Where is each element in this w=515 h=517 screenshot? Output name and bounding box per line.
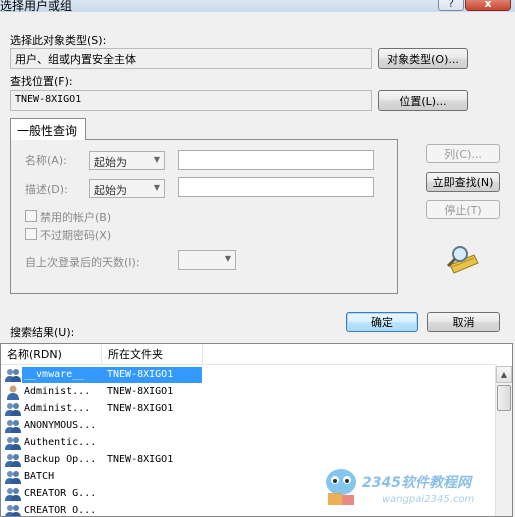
row-name: CREATOR O...	[24, 505, 97, 516]
column-header-folder[interactable]: 所在文件夹	[102, 344, 203, 365]
days-since-logon-select[interactable]: ▼	[178, 250, 236, 270]
chevron-down-icon: ▼	[153, 155, 160, 164]
location-field: TNEW-8XIGO1	[10, 90, 372, 111]
disabled-accounts-label: 禁用的帐户(B)	[40, 211, 112, 224]
name-mode-select[interactable]: 起始为 ▼	[89, 151, 165, 170]
description-mode-value: 起始为	[94, 184, 127, 197]
non-expiring-password-checkbox[interactable]	[25, 228, 37, 240]
watermark-text: 2345软件教程网	[362, 475, 471, 491]
results-header: 名称(RDN) 所在文件夹	[1, 344, 497, 365]
row-name: ANONYMOUS...	[24, 420, 97, 431]
window-title: 选择用户或组	[0, 0, 73, 12]
row-folder: TNEW-8XIGO1	[107, 403, 174, 414]
description-input[interactable]	[178, 177, 374, 197]
group-icon	[5, 503, 21, 516]
watermark: 2345软件教程网 wangpai2345.com	[322, 464, 512, 514]
row-name: Administ...	[24, 403, 91, 414]
stop-button[interactable]: 停止(T)	[426, 200, 500, 219]
object-types-button[interactable]: 对象类型(O)...	[378, 48, 468, 69]
days-since-logon-label: 自上次登录后的天数(I):	[25, 256, 140, 269]
close-button[interactable]: x	[465, 0, 511, 11]
tab-common-queries[interactable]: 一般性查询	[10, 118, 86, 140]
columns-button[interactable]: 列(C)...	[426, 144, 500, 163]
chevron-down-icon: ▼	[153, 183, 160, 192]
search-icon	[446, 246, 479, 274]
row-folder: TNEW-8XIGO1	[107, 386, 174, 397]
table-row[interactable]: __vmware__ TNEW-8XIGO1	[3, 367, 497, 384]
locations-button[interactable]: 位置(L)...	[378, 90, 468, 111]
group-icon	[5, 469, 21, 485]
object-type-label: 选择此对象类型(S):	[10, 34, 107, 47]
group-icon	[5, 418, 21, 434]
row-name: CREATOR G...	[24, 488, 97, 499]
find-now-button[interactable]: 立即查找(N)	[426, 172, 500, 192]
table-row[interactable]: Administ... TNEW-8XIGO1	[3, 384, 497, 401]
disabled-accounts-checkbox[interactable]	[25, 210, 37, 222]
scroll-thumb[interactable]	[497, 385, 511, 411]
table-row[interactable]: ANONYMOUS...	[3, 418, 497, 435]
scroll-up-arrow-icon[interactable]: ▲	[496, 366, 512, 383]
ok-button[interactable]: 确定	[346, 312, 418, 332]
group-icon	[5, 435, 21, 451]
cancel-button[interactable]: 取消	[427, 312, 500, 332]
search-results-label: 搜索结果(U):	[10, 326, 75, 339]
mascot-logo	[326, 469, 356, 505]
title-bar: 选择用户或组 ? x	[0, 0, 515, 12]
non-expiring-password-label: 不过期密码(X)	[40, 229, 112, 242]
watermark-subtext: wangpai2345.com	[382, 494, 475, 505]
help-button[interactable]: ?	[438, 0, 464, 11]
description-label: 描述(D):	[25, 183, 68, 196]
table-row[interactable]: Authentic...	[3, 435, 497, 452]
name-input[interactable]	[178, 150, 374, 170]
row-name: Administ...	[24, 386, 91, 397]
location-label: 查找位置(F):	[10, 75, 73, 88]
name-label: 名称(A):	[25, 154, 67, 167]
chevron-down-icon: ▼	[224, 254, 231, 263]
row-folder: TNEW-8XIGO1	[107, 454, 174, 465]
user-icon	[5, 384, 21, 400]
table-row[interactable]: Administ... TNEW-8XIGO1	[3, 401, 497, 418]
row-name: BATCH	[24, 471, 55, 482]
row-name: Backup Op...	[24, 454, 97, 465]
row-folder: TNEW-8XIGO1	[107, 369, 174, 380]
object-type-field: 用户、组或内置安全主体	[10, 48, 372, 69]
group-icon	[5, 367, 21, 383]
row-name: Authentic...	[24, 437, 97, 448]
group-icon	[5, 486, 21, 502]
name-mode-value: 起始为	[94, 156, 127, 169]
column-header-name[interactable]: 名称(RDN)	[1, 344, 102, 365]
group-icon	[5, 452, 21, 468]
description-mode-select[interactable]: 起始为 ▼	[89, 179, 165, 198]
group-icon	[5, 401, 21, 417]
